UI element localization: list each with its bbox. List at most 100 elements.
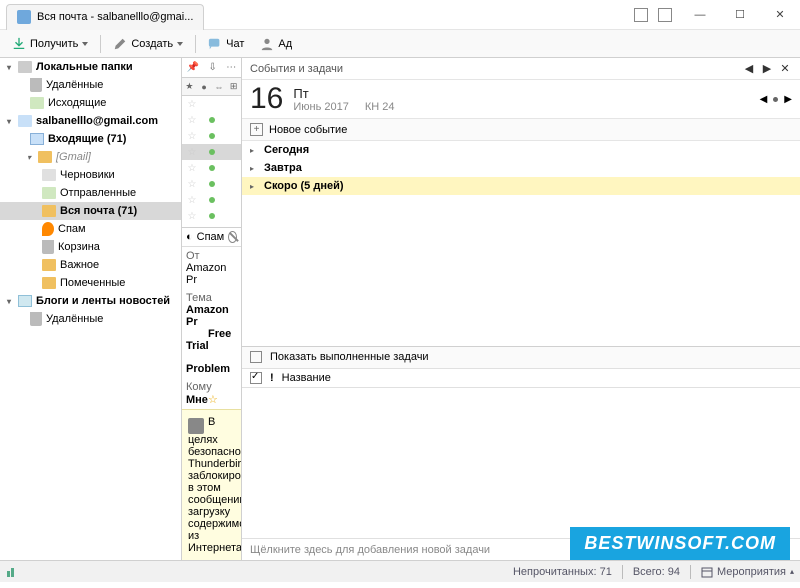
tree-account[interactable]: ▾ salbanelllo@gmail.com [0,112,181,130]
message-subject: Тема Amazon Pr Free Trial Problem [182,289,241,378]
calendar-pane-header: События и задачи ◀ ▶ ✕ [242,58,800,80]
close-pane-button[interactable]: ✕ [778,62,792,76]
message-row[interactable]: ☆ [182,96,241,112]
show-completed-label: Показать выполненные задачи [270,351,429,363]
sent-icon [42,187,56,199]
priority-column-icon[interactable]: ! [270,372,274,384]
message-row[interactable]: ☆ [182,144,241,160]
tasks-list[interactable] [242,388,800,539]
next-button[interactable]: ▶ [760,62,774,76]
drafts-icon [42,169,56,181]
chat-icon [208,37,222,51]
chevron-down-icon: ▾ [4,296,14,306]
section-tomorrow[interactable]: ▸ Завтра [242,159,800,177]
message-list-pane: 📌 ⇩ ⋯ ★ ● ⇔ ⊞ ☆ ☆ ☆ ☆ ☆ ☆ ☆ ☆ ☆ ☆ ☆ ◐ Сп… [182,58,242,560]
star-column-icon[interactable]: ★ [182,81,197,92]
tree-drafts[interactable]: Черновики [0,166,181,184]
account-icon [18,115,32,127]
done-column-icon[interactable] [250,372,262,384]
message-row[interactable]: ☆ [182,192,241,208]
tree-inbox[interactable]: Входящие (71) [0,130,181,148]
message-row[interactable]: ☆ [182,128,241,144]
tree-blogs-deleted[interactable]: Удалённые [0,310,181,328]
mini-next-button[interactable]: ▶ [784,94,792,105]
calendar-tasks-pane: События и задачи ◀ ▶ ✕ 16 Пт Июнь 2017 К… [242,58,800,560]
pencil-icon [113,37,127,51]
message-preview-pane: ◐ Спам От Amazon Pr Тема Amazon Pr Free … [182,227,241,560]
calendar-month-year: Июнь 2017 [293,101,349,113]
message-list-header: ★ ● ⇔ ⊞ [182,78,241,96]
tree-spam[interactable]: Спам [0,220,181,238]
plus-icon: + [250,123,263,136]
tree-trash[interactable]: Корзина [0,238,181,256]
tree-sent[interactable]: Отправленные [0,184,181,202]
trash-icon [42,240,54,254]
more-icon[interactable]: ⋯ [226,62,236,73]
main-area: ▾ Локальные папки Удалённые Исходящие ▾ … [0,58,800,560]
message-row[interactable]: ☆ [182,208,241,224]
download-icon [12,37,26,51]
mini-prev-button[interactable]: ◀ [760,94,768,105]
chevron-down-icon: ▾ [4,62,14,72]
spam-button[interactable]: ◐ Спам [182,228,241,247]
folder-icon [18,61,32,73]
pin-icon[interactable]: 📌 [187,62,199,73]
tree-all-mail[interactable]: Вся почта (71) [0,202,181,220]
section-soon[interactable]: ▸ Скоро (5 дней) [242,177,800,195]
create-button[interactable]: Создать [107,33,189,55]
chevron-right-icon: ▸ [250,146,258,155]
message-from: От Amazon Pr [182,247,241,289]
new-event-bar[interactable]: + Новое событие [242,119,800,141]
receive-button[interactable]: Получить [6,33,94,55]
tree-local-deleted[interactable]: Удалённые [0,76,181,94]
today-button[interactable] [773,97,778,102]
status-unread: Непрочитанных: 71 [513,566,612,578]
titlebar: Вся почта - salbanelllo@gmai... — ☐ ✕ [0,0,800,30]
upcoming-sections: ▸ Сегодня ▸ Завтра ▸ Скоро (5 дней) [242,141,800,195]
message-row[interactable]: ☆ [182,112,241,128]
tree-local-outgoing[interactable]: Исходящие [0,94,181,112]
fire-icon [42,222,54,236]
section-today[interactable]: ▸ Сегодня [242,141,800,159]
calendar-week-no: КН 24 [365,101,395,113]
chevron-right-icon: ▸ [250,164,258,173]
inbox-icon [30,133,44,145]
calendar-date-header: 16 Пт Июнь 2017 КН 24 ◀ ▶ [242,80,800,119]
trash-icon [30,78,42,92]
message-row[interactable]: ☆ [182,160,241,176]
tree-important[interactable]: Важное [0,256,181,274]
attach-column-icon[interactable]: ⇔ [212,82,227,92]
titlebar-shortcuts [634,8,672,22]
tree-starred[interactable]: Помеченные [0,274,181,292]
chevron-right-icon: ▸ [250,182,258,191]
window-tab[interactable]: Вся почта - salbanelllo@gmai... [6,4,204,30]
title-column-header[interactable]: Название [282,372,331,384]
message-row[interactable]: ☆ [182,176,241,192]
tasks-icon[interactable] [658,8,672,22]
folder-tree: ▾ Локальные папки Удалённые Исходящие ▾ … [0,58,182,560]
read-column-icon[interactable]: ● [197,82,212,92]
tab-title: Вся почта - salbanelllo@gmai... [37,11,193,23]
address-button[interactable]: Ад [254,33,298,55]
show-completed-checkbox[interactable] [250,351,262,363]
minimize-button[interactable]: — [680,1,720,29]
column-picker-icon[interactable]: ⊞ [226,81,241,92]
filter-icon[interactable]: ⇩ [209,62,217,73]
maximize-button[interactable]: ☐ [720,1,760,29]
calendar-icon[interactable] [634,8,648,22]
tree-blogs[interactable]: ▾ Блоги и ленты новостей [0,292,181,310]
trash-icon [30,312,42,326]
folder-icon [42,277,56,289]
watermark: BESTWINSOFT.COM [570,527,790,560]
message-list[interactable]: ☆ ☆ ☆ ☆ ☆ ☆ ☆ ☆ ☆ ☆ ☆ [182,96,241,227]
tree-gmail-folder[interactable]: ▾ [Gmail] [0,148,181,166]
status-events[interactable]: Мероприятия ▴ [701,566,794,578]
chat-button[interactable]: Чат [202,33,250,55]
tasks-filter-bar: Показать выполненные задачи [242,346,800,368]
activity-icon[interactable] [6,566,18,578]
prev-button[interactable]: ◀ [742,62,756,76]
tree-local-folders[interactable]: ▾ Локальные папки [0,58,181,76]
status-total: Всего: 94 [633,566,680,578]
close-button[interactable]: ✕ [760,1,800,29]
calendar-weekday: Пт [293,86,394,101]
